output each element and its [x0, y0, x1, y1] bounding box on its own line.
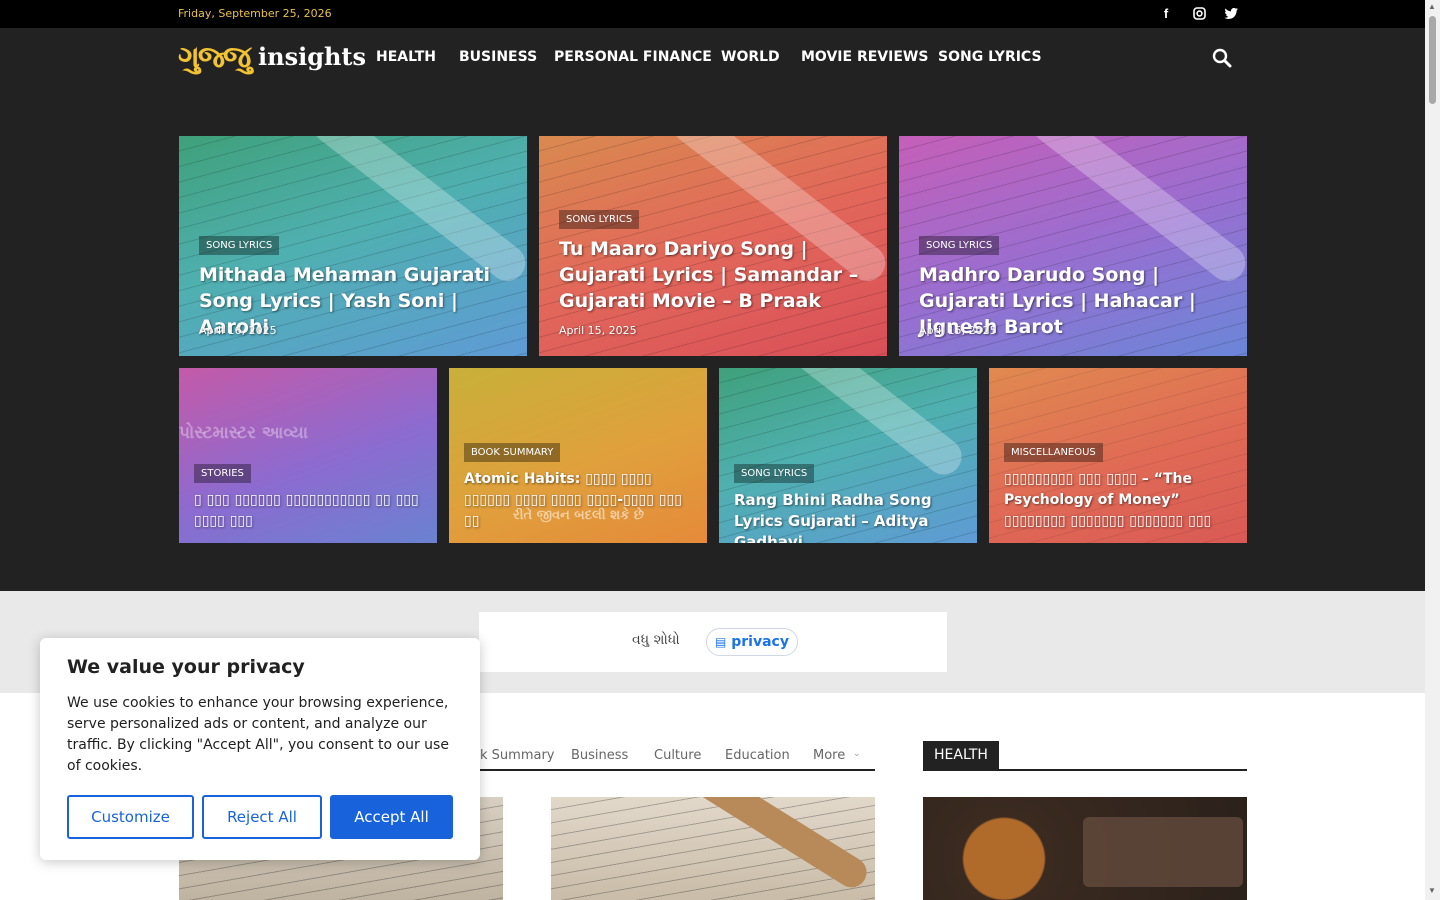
card-category[interactable]: MISCELLANEOUS [1004, 443, 1103, 462]
customize-button[interactable]: Customize [67, 795, 194, 839]
tab-business[interactable]: Business [571, 748, 628, 763]
card-date: April 15, 2025 [559, 324, 637, 337]
facebook-icon[interactable]: f [1157, 5, 1175, 23]
card-title[interactable]: ▯▯▯▯▯▯▯▯▯ ▯▯▯ ▯▯▯▯ – “The Psychology of … [1004, 469, 1239, 532]
nav-personal-finance[interactable]: PERSONAL FINANCE [554, 49, 712, 65]
tab-more[interactable]: More [813, 748, 845, 763]
tab-culture[interactable]: Culture [654, 748, 701, 763]
card-date: April 16, 2025 [199, 324, 277, 337]
news-icon: ▤ [715, 635, 727, 649]
ad-box[interactable]: વધુ શોધો ▤ privacy [479, 612, 947, 672]
card-title[interactable]: ▯ ▯▯▯ ▯▯▯▯▯▯ ▯▯▯▯▯▯▯▯▯▯▯ ▯▯ ▯▯▯ ▯▯▯▯ ▯▯▯ [194, 490, 424, 532]
site-header: ગુજ્જુ insights HEALTH BUSINESS PERSONAL… [0, 28, 1425, 88]
top-bar: Friday, September 25, 2026 f [0, 0, 1425, 28]
nav-world[interactable]: WORLD [721, 49, 780, 65]
page-scrollbar[interactable]: ▲ ▼ [1425, 0, 1440, 900]
card-category[interactable]: BOOK SUMMARY [464, 443, 561, 462]
featured-card[interactable]: SONG LYRICS Tu Maaro Dariyo Song | Gujar… [539, 136, 887, 356]
scrollbar-thumb[interactable] [1429, 16, 1436, 104]
featured-card[interactable]: MISCELLANEOUS ▯▯▯▯▯▯▯▯▯ ▯▯▯ ▯▯▯▯ – “The … [989, 368, 1247, 543]
card-title[interactable]: Atomic Habits: ▯▯▯▯ ▯▯▯▯ ▯▯▯▯▯▯ ▯▯▯▯ ▯▯▯… [464, 469, 694, 532]
featured-card[interactable]: SONG LYRICS Mithada Mehaman Gujarati Son… [179, 136, 527, 356]
card-category[interactable]: SONG LYRICS [559, 210, 640, 229]
card-category[interactable]: SONG LYRICS [734, 464, 815, 483]
health-underline [923, 769, 1247, 771]
tab-education[interactable]: Education [725, 748, 790, 763]
scroll-down-icon[interactable]: ▼ [1428, 886, 1436, 895]
card-title[interactable]: Rang Bhini Radha Song Lyrics Gujarati – … [734, 490, 969, 543]
nav-health[interactable]: HEALTH [376, 49, 436, 65]
featured-card[interactable]: રીતે જીવન બદલી શકે છે BOOK SUMMARY Atomi… [449, 368, 707, 543]
nav-movie-reviews[interactable]: MOVIE REVIEWS [801, 49, 928, 65]
featured-card[interactable]: SONG LYRICS Madhro Darudo Song | Gujarat… [899, 136, 1247, 356]
health-block-title[interactable]: HEALTH [923, 741, 999, 769]
card-date: April 15, 2025 [919, 324, 997, 337]
twitter-icon[interactable] [1222, 5, 1240, 23]
search-icon[interactable] [1210, 46, 1234, 70]
card-title[interactable]: Tu Maaro Dariyo Song | Gujarati Lyrics |… [559, 236, 869, 314]
cookie-title: We value your privacy [67, 656, 305, 678]
scroll-up-icon[interactable]: ▲ [1428, 2, 1436, 11]
logo-text: insights [258, 42, 367, 71]
site-logo[interactable]: ગુજ્જુ insights [178, 38, 366, 78]
card-category[interactable]: SONG LYRICS [919, 236, 1000, 255]
featured-card[interactable]: SONG LYRICS Rang Bhini Radha Song Lyrics… [719, 368, 977, 543]
cookie-body: We use cookies to enhance your browsing … [67, 695, 449, 774]
card-category[interactable]: SONG LYRICS [199, 236, 280, 255]
accept-all-button[interactable]: Accept All [330, 795, 453, 839]
ad-label: વધુ શોધો [632, 632, 680, 648]
current-date: Friday, September 25, 2026 [178, 7, 332, 20]
tab-book-summary[interactable]: k Summary [480, 748, 554, 763]
instagram-icon[interactable] [1190, 5, 1208, 23]
cookie-consent-dialog: We value your privacy We use cookies to … [40, 638, 480, 860]
reject-all-button[interactable]: Reject All [202, 795, 322, 839]
featured-grid: SONG LYRICS Mithada Mehaman Gujarati Son… [0, 88, 1425, 591]
featured-card[interactable]: પોસ્ટમાસ્ટર આવ્યા STORIES ▯ ▯▯▯ ▯▯▯▯▯▯ ▯… [179, 368, 437, 543]
card-category[interactable]: STORIES [194, 464, 251, 483]
chevron-down-icon[interactable]: ⌄ [853, 749, 861, 759]
card-image-text: પોસ્ટમાસ્ટર આવ્યા [179, 423, 309, 443]
logo-gujarati: ગુજ્જુ [178, 40, 251, 75]
article-thumbnail[interactable] [551, 797, 875, 900]
article-thumbnail[interactable] [923, 797, 1247, 900]
ad-search-pill[interactable]: ▤ privacy [706, 628, 798, 656]
nav-song-lyrics[interactable]: SONG LYRICS [938, 49, 1042, 65]
ad-pill-label: privacy [731, 634, 789, 650]
nav-business[interactable]: BUSINESS [459, 49, 537, 65]
